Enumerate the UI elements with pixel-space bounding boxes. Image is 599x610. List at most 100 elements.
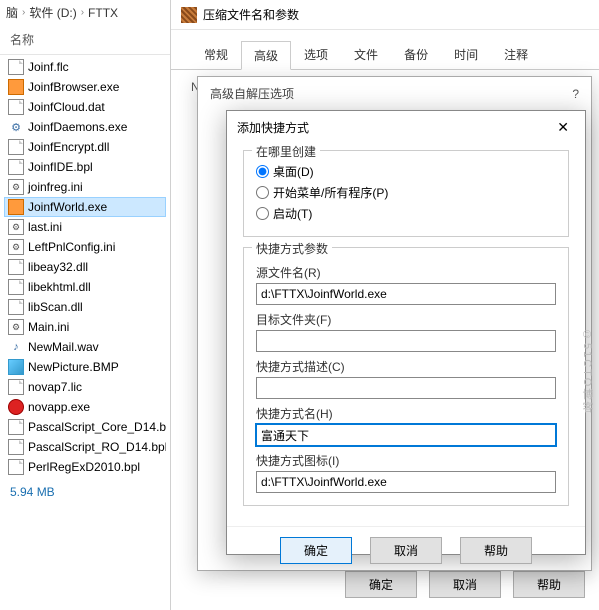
doc-icon	[8, 299, 24, 315]
exe-b-icon	[8, 119, 24, 135]
file-item[interactable]: PascalScript_RO_D14.bpl	[4, 437, 166, 457]
breadcrumb-seg[interactable]: FTTX	[88, 6, 118, 20]
file-item[interactable]: Main.ini	[4, 317, 166, 337]
tabstrip: 常规高级选项文件备份时间注释	[171, 30, 599, 70]
tab-6[interactable]: 注释	[491, 40, 541, 69]
doc-icon	[8, 459, 24, 475]
src-input[interactable]	[256, 283, 556, 305]
group-legend: 在哪里创建	[252, 143, 320, 160]
doc-icon	[8, 419, 24, 435]
exe-o-icon	[8, 79, 24, 95]
dest-input[interactable]	[256, 330, 556, 352]
bmp-icon	[8, 359, 24, 375]
file-item[interactable]: NewMail.wav	[4, 337, 166, 357]
ini-icon	[8, 219, 24, 235]
doc-icon	[8, 139, 24, 155]
file-item[interactable]: novapp.exe	[4, 397, 166, 417]
file-list: Joinf.flc JoinfBrowser.exe JoinfCloud.dat J…	[0, 55, 170, 479]
dest-label: 目标文件夹(F)	[256, 311, 556, 328]
radio-desktop[interactable]: 桌面(D)	[256, 161, 556, 182]
radio-startmenu[interactable]: 开始菜单/所有程序(P)	[256, 182, 556, 203]
file-name: libekhtml.dll	[28, 280, 91, 294]
chevron-right-icon: ›	[81, 7, 84, 18]
icon-input[interactable]	[256, 471, 556, 493]
exe-r-icon	[8, 399, 24, 415]
dialog-title: 压缩文件名和参数	[203, 6, 299, 23]
file-item[interactable]: libScan.dll	[4, 297, 166, 317]
dialog3-buttons: 确定 取消 帮助	[227, 526, 585, 578]
radio-startup-input[interactable]	[256, 207, 269, 220]
file-item[interactable]: JoinfCloud.dat	[4, 97, 166, 117]
file-item[interactable]: PascalScript_Core_D14.bpl	[4, 417, 166, 437]
doc-icon	[8, 59, 24, 75]
tab-0[interactable]: 常规	[191, 40, 241, 69]
cancel-button[interactable]: 取消	[370, 537, 442, 564]
column-header-name[interactable]: 名称	[0, 25, 170, 55]
file-item[interactable]: novap7.lic	[4, 377, 166, 397]
tab-3[interactable]: 文件	[341, 40, 391, 69]
help-button[interactable]: 帮助	[460, 537, 532, 564]
name-label: 快捷方式名(H)	[256, 405, 556, 422]
breadcrumb-seg[interactable]: 软件 (D:)	[29, 4, 76, 21]
file-item[interactable]: last.ini	[4, 217, 166, 237]
radio-desktop-input[interactable]	[256, 165, 269, 178]
tab-2[interactable]: 选项	[291, 40, 341, 69]
name-input[interactable]	[256, 424, 556, 446]
file-name: joinfreg.ini	[28, 180, 83, 194]
titlebar[interactable]: 压缩文件名和参数	[171, 0, 599, 30]
radio-label: 桌面(D)	[273, 163, 314, 180]
file-name: PascalScript_Core_D14.bpl	[28, 420, 166, 434]
file-item[interactable]: LeftPnlConfig.ini	[4, 237, 166, 257]
breadcrumb[interactable]: 脑 › 软件 (D:) › FTTX	[0, 0, 170, 25]
titlebar[interactable]: 添加快捷方式 ✕	[227, 111, 585, 144]
ok-button[interactable]: 确定	[280, 537, 352, 564]
file-name: libScan.dll	[28, 300, 83, 314]
chevron-right-icon: ›	[22, 7, 25, 18]
file-name: JoinfEncrypt.dll	[28, 140, 109, 154]
file-name: PascalScript_RO_D14.bpl	[28, 440, 166, 454]
file-item[interactable]: PerlRegExD2010.bpl	[4, 457, 166, 477]
desc-label: 快捷方式描述(C)	[256, 358, 556, 375]
file-name: novapp.exe	[28, 400, 90, 414]
file-name: JoinfDaemons.exe	[28, 120, 127, 134]
file-name: last.ini	[28, 220, 62, 234]
file-item[interactable]: JoinfBrowser.exe	[4, 77, 166, 97]
ini-icon	[8, 239, 24, 255]
radio-label: 开始菜单/所有程序(P)	[273, 184, 388, 201]
file-name: Main.ini	[28, 320, 69, 334]
file-name: libeay32.dll	[28, 260, 88, 274]
close-icon[interactable]: ✕	[551, 119, 575, 136]
dialog-title: 添加快捷方式	[237, 119, 309, 136]
file-name: PerlRegExD2010.bpl	[28, 460, 140, 474]
file-item[interactable]: JoinfEncrypt.dll	[4, 137, 166, 157]
wav-icon	[8, 339, 24, 355]
file-name: NewMail.wav	[28, 340, 99, 354]
file-item[interactable]: NewPicture.BMP	[4, 357, 166, 377]
file-name: Joinf.flc	[28, 60, 69, 74]
help-icon[interactable]: ?	[572, 87, 579, 101]
file-item[interactable]: Joinf.flc	[4, 57, 166, 77]
icon-label: 快捷方式图标(I)	[256, 452, 556, 469]
explorer-pane: 脑 › 软件 (D:) › FTTX 名称 Joinf.flc JoinfBrow…	[0, 0, 170, 610]
status-size: 5.94 MB	[0, 479, 170, 505]
file-name: JoinfCloud.dat	[28, 100, 105, 114]
file-item[interactable]: JoinfIDE.bpl	[4, 157, 166, 177]
breadcrumb-seg[interactable]: 脑	[6, 4, 18, 21]
file-item[interactable]: libekhtml.dll	[4, 277, 166, 297]
tab-1[interactable]: 高级	[241, 41, 291, 70]
file-name: novap7.lic	[28, 380, 82, 394]
file-item[interactable]: libeay32.dll	[4, 257, 166, 277]
file-item[interactable]: JoinfWorld.exe	[4, 197, 166, 217]
desc-input[interactable]	[256, 377, 556, 399]
titlebar[interactable]: 高级自解压选项 ?	[198, 77, 591, 110]
radio-startup[interactable]: 启动(T)	[256, 203, 556, 224]
where-create-group: 在哪里创建 桌面(D) 开始菜单/所有程序(P) 启动(T)	[243, 150, 569, 237]
file-item[interactable]: JoinfDaemons.exe	[4, 117, 166, 137]
file-item[interactable]: joinfreg.ini	[4, 177, 166, 197]
doc-icon	[8, 379, 24, 395]
doc-icon	[8, 259, 24, 275]
radio-startmenu-input[interactable]	[256, 186, 269, 199]
dialog-title: 高级自解压选项	[210, 85, 294, 102]
tab-5[interactable]: 时间	[441, 40, 491, 69]
tab-4[interactable]: 备份	[391, 40, 441, 69]
